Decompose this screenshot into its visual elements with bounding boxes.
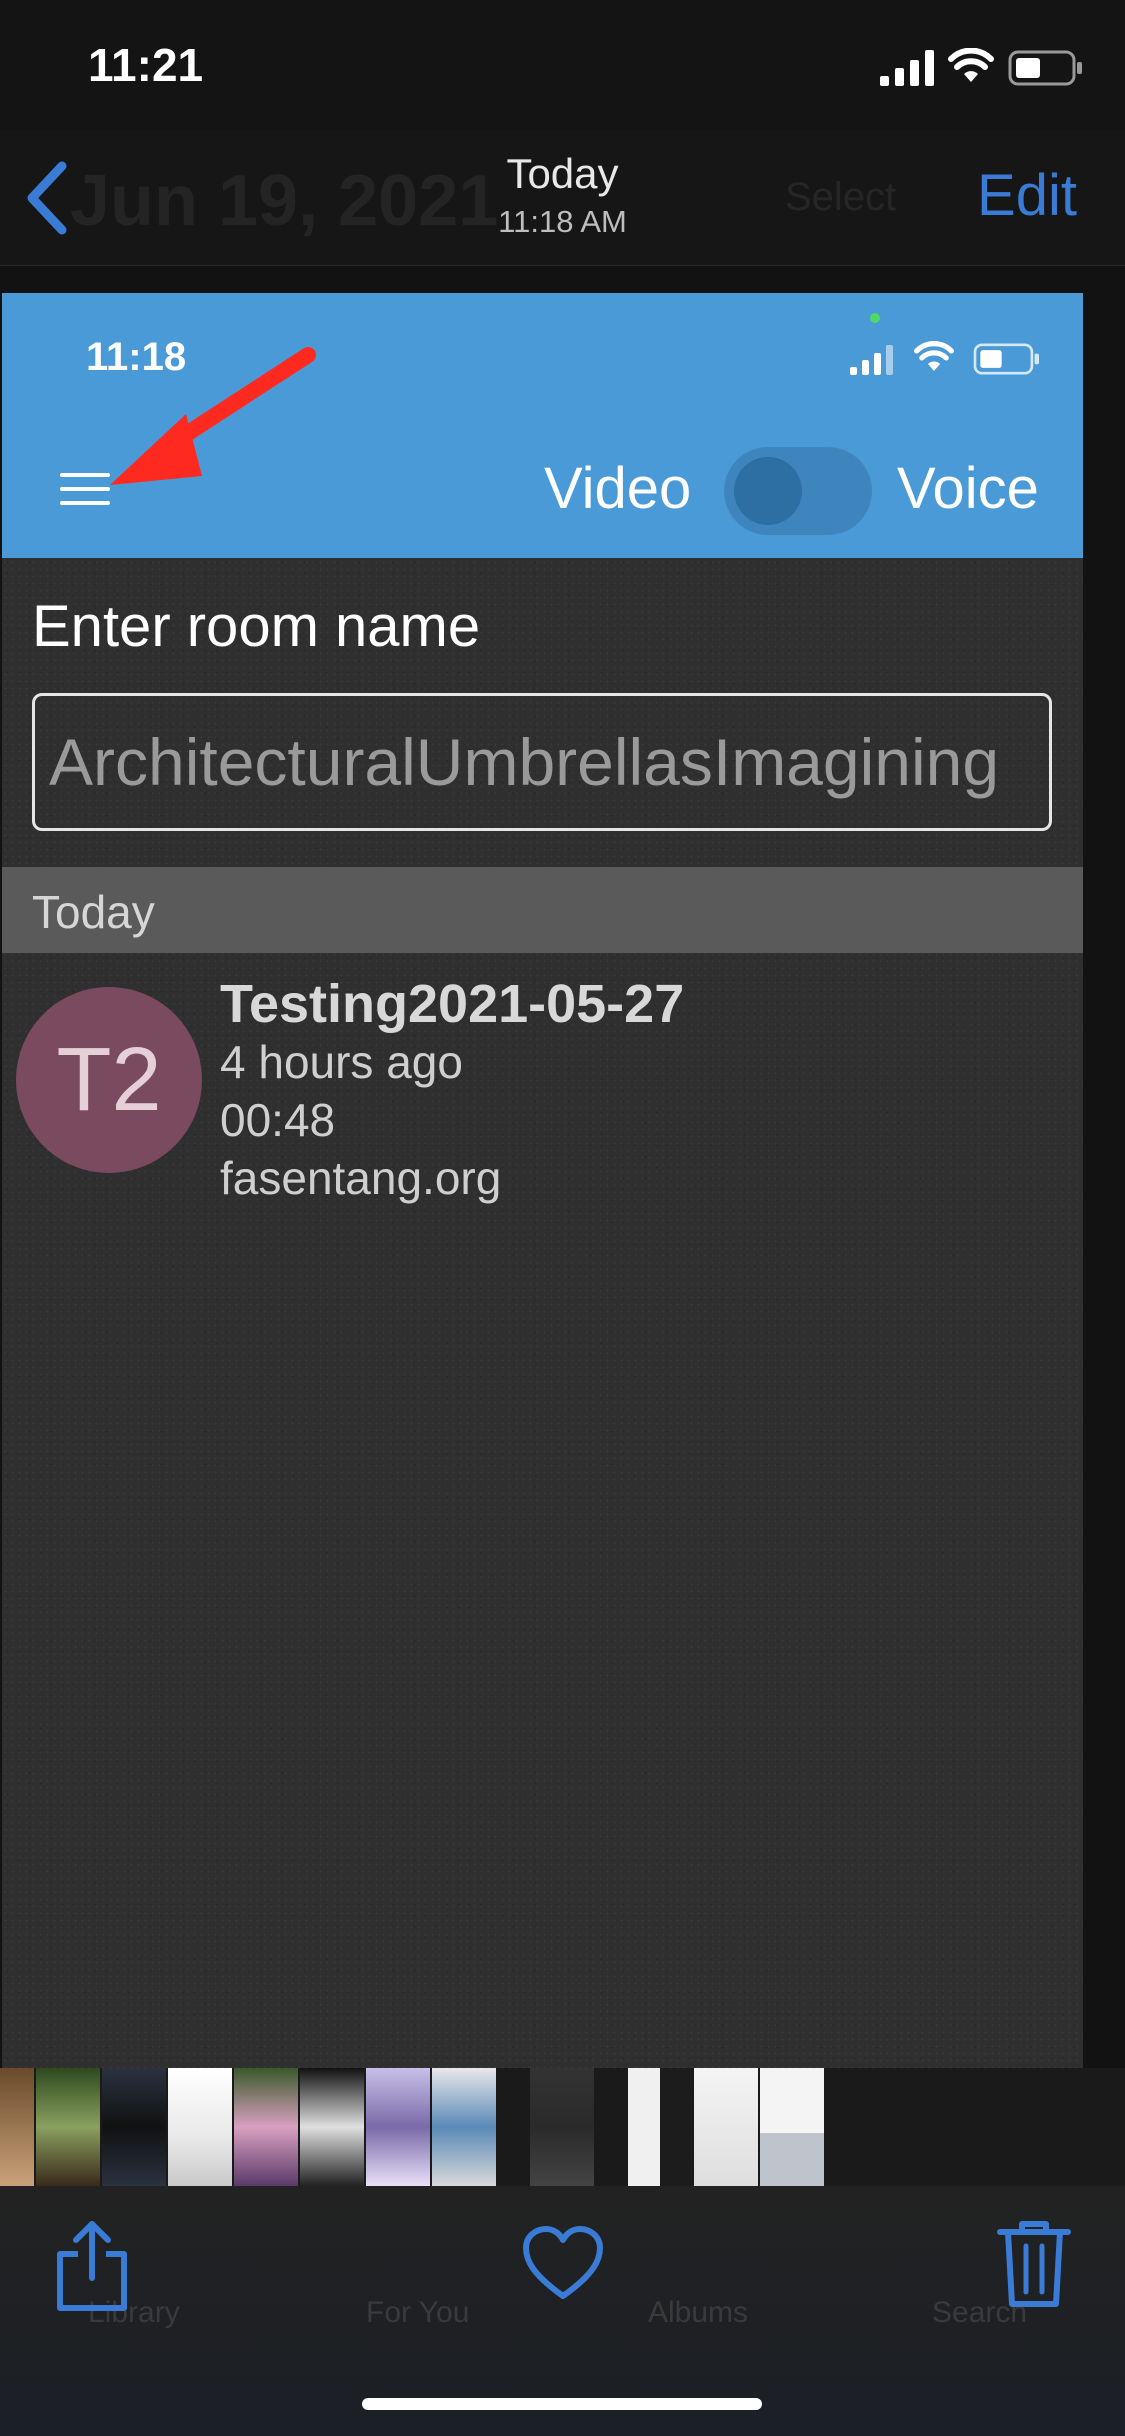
meeting-time-ago: 4 hours ago [220, 1036, 463, 1088]
meeting-title: Testing2021-05-27 [220, 974, 685, 1034]
home-indicator[interactable] [362, 2398, 762, 2410]
wifi-icon [914, 341, 954, 371]
thumbnail[interactable] [694, 2068, 758, 2186]
menu-icon[interactable] [60, 473, 110, 513]
battery-icon [1008, 50, 1082, 86]
history-section-header: Today [2, 867, 1083, 953]
thumbnail[interactable] [300, 2068, 364, 2186]
thumbnail[interactable] [760, 2068, 824, 2186]
app-header: 11:18 Video Voice [2, 293, 1083, 558]
video-mode-label: Video [544, 456, 692, 521]
voice-mode-label: Voice [897, 456, 1039, 521]
thumbnail[interactable] [36, 2068, 100, 2186]
section-label: Today [32, 886, 155, 938]
wifi-icon [948, 48, 994, 82]
camera-indicator-dot [870, 313, 880, 323]
thumbnail[interactable] [432, 2068, 496, 2186]
photos-nav-bar: Jun 19, 2021 Select Today 11:18 AM Edit [0, 130, 1125, 266]
thumbnail[interactable] [234, 2068, 298, 2186]
history-list-item[interactable]: T2 Testing2021-05-27 4 hours ago 00:48 f… [2, 973, 1083, 1213]
room-name-input[interactable] [32, 693, 1052, 831]
photo-thumbnail-strip[interactable] [0, 2068, 1125, 2186]
toggle-knob [734, 457, 802, 525]
ghost-tab-albums: Albums [648, 2296, 749, 2329]
meeting-server: fasentang.org [220, 1152, 502, 1204]
app-screenshot: 11:18 Video Voice Enter room name To [2, 293, 1083, 2068]
photo-time-subtitle: 11:18 AM [498, 204, 627, 239]
thumbnail[interactable] [366, 2068, 430, 2186]
edit-button[interactable]: Edit [977, 162, 1077, 229]
share-icon[interactable] [52, 2220, 132, 2312]
inner-clock: 11:18 [86, 335, 187, 379]
video-voice-toggle[interactable] [724, 447, 872, 535]
trash-icon[interactable] [996, 2218, 1072, 2310]
signal-icon [880, 50, 934, 86]
avatar: T2 [16, 987, 202, 1173]
thumbnail[interactable] [168, 2068, 232, 2186]
outer-status-bar: 11:21 [0, 0, 1125, 130]
photo-date-title: Today [506, 150, 619, 197]
thumbnail[interactable] [628, 2068, 692, 2186]
room-name-label: Enter room name [32, 594, 481, 659]
thumbnail[interactable] [102, 2068, 166, 2186]
outer-clock: 11:21 [88, 39, 204, 91]
signal-icon [850, 345, 893, 375]
battery-icon [973, 343, 1039, 375]
thumbnail[interactable] [0, 2068, 34, 2186]
meeting-duration: 00:48 [220, 1094, 336, 1146]
ghost-tab-for-you: For You [366, 2296, 470, 2329]
thumbnail[interactable] [530, 2068, 594, 2186]
heart-icon[interactable] [522, 2226, 604, 2300]
